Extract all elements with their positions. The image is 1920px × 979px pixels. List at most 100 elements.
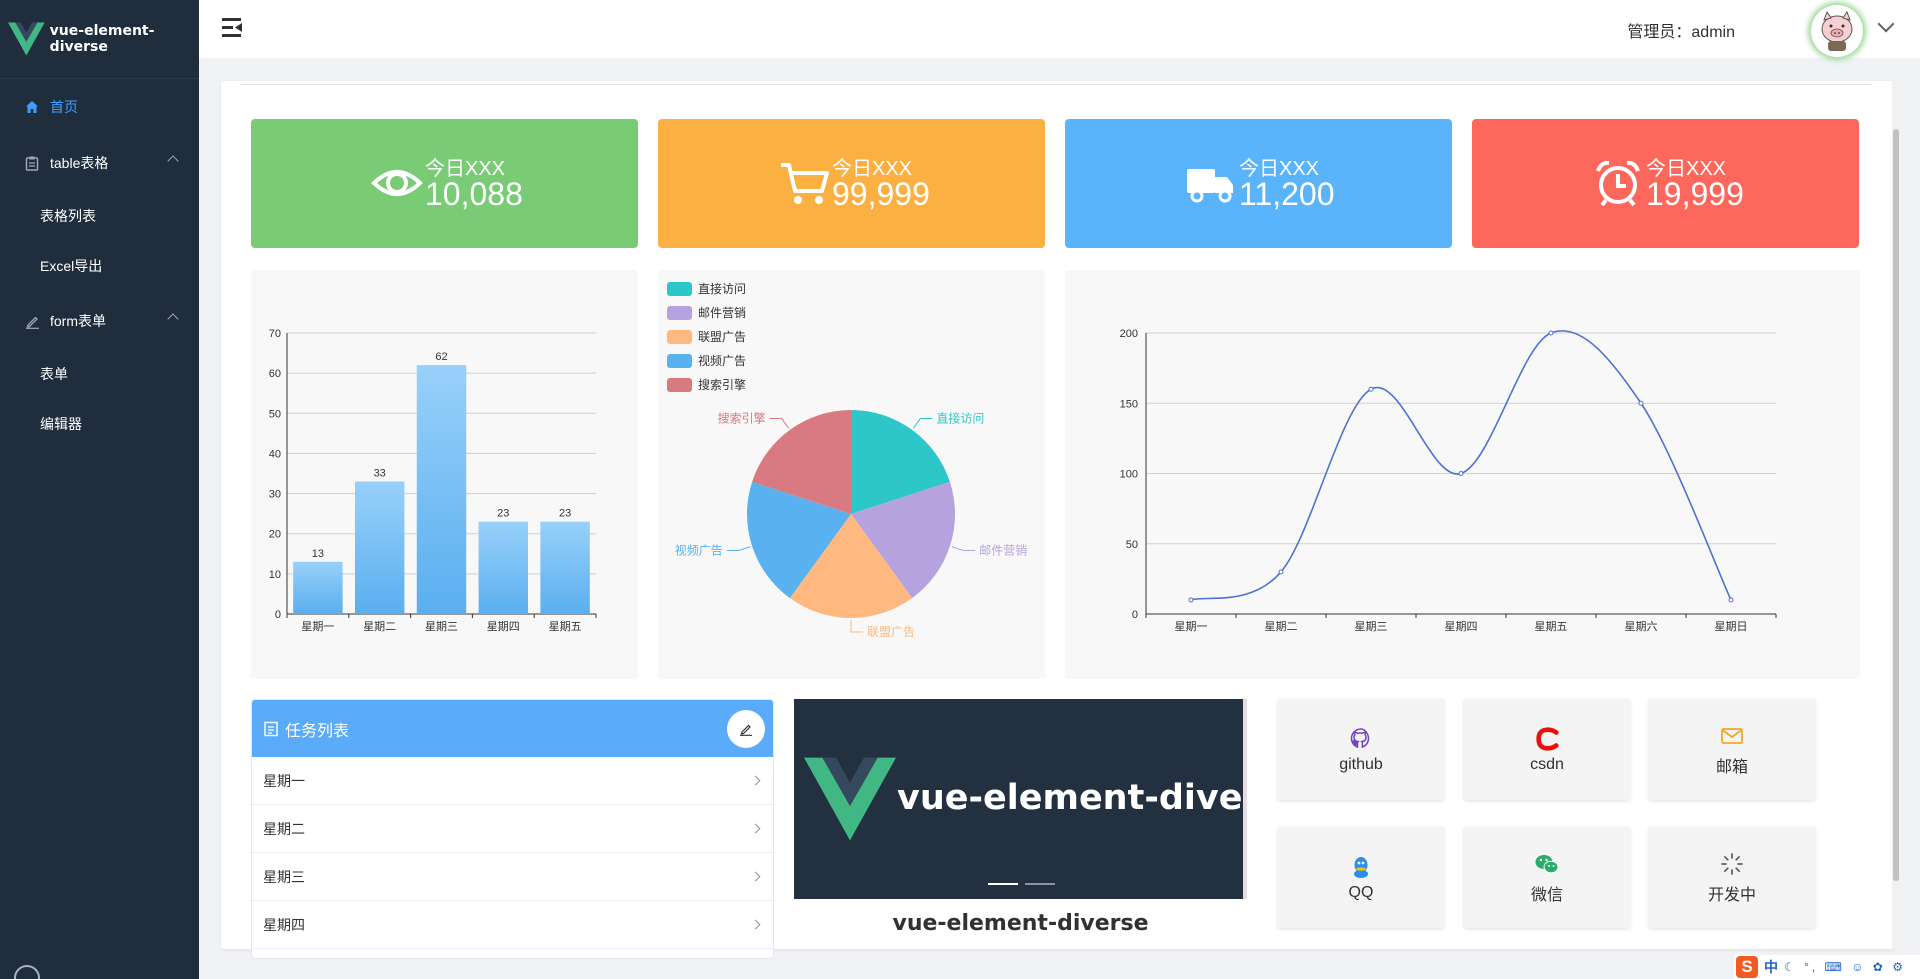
pie-slice-label: 邮件营销 [979, 543, 1027, 557]
pie-legend-swatch [667, 330, 692, 344]
pie-label-line [726, 546, 751, 551]
bar-x-tick-label: 星期五 [549, 620, 582, 633]
line-x-tick-label: 星期日 [1715, 620, 1748, 633]
carousel-indicator[interactable] [1025, 883, 1055, 885]
line-point [1548, 330, 1554, 336]
carousel-indicator[interactable] [988, 883, 1018, 885]
sidebar-item-form-page[interactable]: 表单 [0, 349, 199, 399]
pie-slice-label: 搜索引擎 [718, 411, 766, 426]
task-list-header: 任务列表 [252, 700, 773, 757]
bar-y-tick-label: 50 [269, 408, 281, 420]
bar-y-tick-label: 30 [269, 489, 281, 501]
collapse-menu-icon[interactable] [222, 18, 243, 37]
ime-mode[interactable]: 中 [1764, 957, 1778, 977]
banner-carousel[interactable]: vue-element-diverse [794, 699, 1247, 899]
pie-label-line [769, 418, 790, 429]
user-menu-chevron-icon[interactable] [1877, 15, 1895, 33]
clipboard-icon [24, 155, 40, 171]
pie-legend-label: 视频广告 [698, 353, 746, 368]
line-y-tick-label: 100 [1120, 469, 1138, 481]
github-icon [1348, 726, 1374, 752]
stat-card-views[interactable]: 今日XXX 10,088 [251, 119, 638, 248]
sidebar-item-label: 首页 [50, 99, 78, 115]
pie-legend-swatch [667, 378, 692, 392]
scrollbar[interactable] [1892, 81, 1900, 949]
task-label: 星期四 [263, 916, 305, 933]
line-point [1188, 597, 1194, 603]
task-label: 星期一 [263, 772, 305, 789]
vue-logo-icon [804, 757, 896, 841]
sidebar-item-table[interactable]: table表格 [0, 135, 199, 191]
sidebar-item-label: form表单 [50, 313, 106, 329]
task-list: 任务列表 星期一 星期二 星期三 星期四 [251, 699, 774, 959]
edit-icon [24, 313, 40, 329]
pie-label-line [850, 620, 863, 633]
stat-card-shipments[interactable]: 今日XXX 11,200 [1065, 119, 1452, 248]
sidebar-item-form[interactable]: form表单 [0, 293, 199, 349]
scrollbar-thumb[interactable] [1893, 129, 1899, 881]
sidebar-item-table-list[interactable]: 表格列表 [0, 191, 199, 241]
link-wechat[interactable]: 微信 [1464, 827, 1630, 928]
bar-x-tick-label: 星期三 [425, 620, 458, 633]
ime-toolbar[interactable]: S 中 ☾ °, ⌨ ☺ ✿ ⚙ [1734, 955, 1920, 979]
task-row[interactable]: 星期三 [252, 853, 773, 901]
task-row[interactable]: 星期二 [252, 805, 773, 853]
task-label: 星期二 [263, 820, 305, 837]
tile-label: 邮箱 [1715, 758, 1748, 776]
bar-x-tick-label: 星期一 [301, 620, 334, 633]
pie-slice-label: 视频广告 [675, 542, 723, 557]
bar-y-tick-label: 70 [269, 328, 281, 340]
task-row[interactable]: 星期一 [252, 757, 773, 805]
logo[interactable]: vue-element-diverse [0, 0, 199, 79]
line-x-tick-label: 星期二 [1265, 620, 1298, 633]
logo-text: vue-element-diverse [49, 23, 155, 55]
carousel-caption: vue-element-diverse [892, 911, 1149, 936]
link-csdn[interactable]: csdn [1464, 699, 1630, 800]
sidebar-footer-icon[interactable] [14, 965, 40, 979]
top-header: 管理员：admin [199, 0, 1920, 58]
bar [293, 561, 343, 614]
pie-legend-label: 联盟广告 [698, 330, 746, 344]
pie-chart: 直接访问邮件营销联盟广告视频广告搜索引擎直接访问邮件营销联盟广告视频广告搜索引擎 [667, 281, 1027, 639]
stat-card-alarms[interactable]: 今日XXX 19,999 [1472, 119, 1859, 248]
ime-tool-icons[interactable]: ☾ °, ⌨ ☺ ✿ ⚙ [1784, 960, 1906, 974]
stat-card-orders[interactable]: 今日XXX 99,999 [658, 119, 1045, 248]
truck-icon [1187, 169, 1233, 203]
line-y-tick-label: 50 [1126, 539, 1138, 551]
chevron-right-icon [750, 775, 761, 786]
task-row[interactable]: 星期四 [252, 901, 773, 949]
avatar[interactable] [1811, 5, 1863, 57]
home-icon [24, 99, 40, 115]
line-x-tick-label: 星期一 [1175, 620, 1208, 633]
sidebar-item-home[interactable]: 首页 [0, 79, 199, 135]
task-edit-button[interactable] [727, 710, 765, 748]
sidebar-item-editor[interactable]: 编辑器 [0, 399, 199, 449]
line-y-tick-label: 150 [1120, 398, 1138, 410]
link-qq[interactable]: QQ [1278, 827, 1444, 928]
bar-chart-panel: 0 10 20 30 40 50 60 70 13 星期一 33 星期二 62 星期三 23 星期四 23 星期五 [251, 270, 638, 679]
csdn-icon [1534, 726, 1560, 752]
sidebar-item-excel-export[interactable]: Excel导出 [0, 241, 199, 291]
line-y-tick-label: 200 [1120, 328, 1138, 340]
chevron-right-icon [750, 871, 761, 882]
tile-label: github [1339, 755, 1383, 773]
link-github[interactable]: github [1278, 699, 1444, 800]
pie-chart-panel: 直接访问 邮件营销 联盟广告 视频广告 搜索引擎 直接访问 邮件营销 联盟广告 视频广告 搜索引擎 [658, 270, 1045, 679]
chevron-up-icon [167, 155, 179, 167]
link-in-development[interactable]: 开发中 [1649, 827, 1815, 928]
loading-icon [1719, 851, 1745, 877]
sidebar-menu: 首页 table表格 表格列表 Excel导出 form表单 表单 编辑器 [0, 79, 199, 449]
tile-label: 微信 [1530, 886, 1563, 904]
link-mail[interactable]: 邮箱 [1649, 699, 1815, 800]
pie-legend-swatch [667, 306, 692, 320]
carousel-next-slide-edge [1243, 699, 1247, 899]
bar-chart: 0 10 20 30 40 50 60 70 13 星期一 33 星期二 62 星期三 23 星期四 23 星期五 [269, 328, 597, 633]
pie-slice-label: 联盟广告 [867, 625, 915, 639]
ime-logo: S [1736, 956, 1758, 978]
vue-logo-icon [8, 22, 45, 56]
line-y-tick-label: 0 [1132, 609, 1138, 621]
line-x-tick-label: 星期五 [1535, 620, 1568, 633]
pie-legend-label: 邮件营销 [698, 306, 746, 320]
line-x-tick-label: 星期四 [1445, 620, 1478, 633]
bar-data-label: 33 [374, 468, 386, 480]
